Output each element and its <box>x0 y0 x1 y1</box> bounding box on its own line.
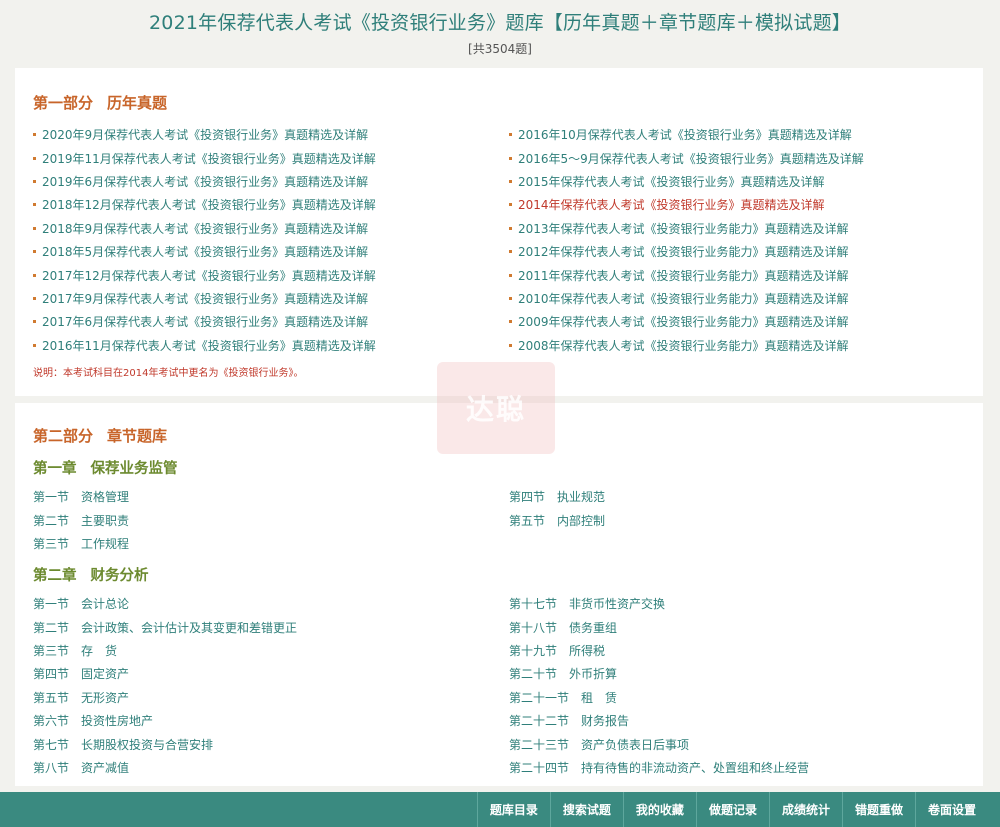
bullet-icon <box>33 179 36 183</box>
exam-link[interactable]: 2016年5～9月保荐代表人考试《投资银行业务》真题精选及详解 <box>509 146 864 169</box>
part2-name: 章节题库 <box>107 427 168 445</box>
question-index-button[interactable]: 题库目录 <box>476 792 550 827</box>
section-link[interactable]: 第五节 无形资产 <box>33 686 297 709</box>
exam-link[interactable]: 2017年9月保荐代表人考试《投资银行业务》真题精选及详解 <box>33 287 376 310</box>
section-link[interactable]: 第六节 投资性房地产 <box>33 709 297 732</box>
exam-link[interactable]: 2017年6月保荐代表人考试《投资银行业务》真题精选及详解 <box>33 310 376 333</box>
bullet-icon <box>33 296 36 300</box>
chapter2-label: 第二章 <box>33 568 77 584</box>
exam-link[interactable]: 2010年保荐代表人考试《投资银行业务能力》真题精选及详解 <box>509 287 864 310</box>
exam-link[interactable]: 2019年6月保荐代表人考试《投资银行业务》真题精选及详解 <box>33 170 376 193</box>
exam-link[interactable]: 2012年保荐代表人考试《投资银行业务能力》真题精选及详解 <box>509 240 864 263</box>
exam-link[interactable]: 2016年10月保荐代表人考试《投资银行业务》真题精选及详解 <box>509 123 864 146</box>
section-link[interactable]: 第十七节 非货币性资产交换 <box>509 592 809 615</box>
bullet-icon <box>33 320 36 324</box>
watermark-text: 达聪 <box>465 393 526 426</box>
exam-link-hovered[interactable]: 2014年保荐代表人考试《投资银行业务》真题精选及详解 <box>509 193 864 216</box>
section-link[interactable]: 第八节 资产减值 <box>33 756 297 779</box>
chapter1-label: 第一章 <box>33 461 77 477</box>
chapter1-name: 保荐业务监管 <box>90 461 178 477</box>
section-link[interactable]: 第三节 工作规程 <box>33 532 129 555</box>
paper-settings-button[interactable]: 卷面设置 <box>914 792 988 827</box>
bullet-icon <box>509 226 512 230</box>
section-link[interactable]: 第二十节 外币折算 <box>509 662 809 685</box>
chapter1-sections-left: 第一节 资格管理 第二节 主要职责 第三节 工作规程 <box>33 485 129 555</box>
exam-link[interactable]: 2018年9月保荐代表人考试《投资银行业务》真题精选及详解 <box>33 217 376 240</box>
part1-name: 历年真题 <box>107 94 168 112</box>
redo-mistakes-button[interactable]: 错题重做 <box>841 792 915 827</box>
section-link[interactable]: 第五节 内部控制 <box>509 508 605 531</box>
bullet-icon <box>33 133 36 137</box>
bullet-icon <box>509 203 512 207</box>
chapter2-sections-right: 第十七节 非货币性资产交换 第十八节 债务重组 第十九节 所得税 第二十节 外币折算 第… <box>509 592 809 779</box>
section-link[interactable]: 第二十三节 资产负债表日后事项 <box>509 732 809 755</box>
section-link[interactable]: 第四节 执业规范 <box>509 485 605 508</box>
chapter2-title: 第二章 财务分析 <box>33 564 149 585</box>
bottom-toolbar: 题库目录 搜索试题 我的收藏 做题记录 成绩统计 错题重做 卷面设置 <box>0 792 1000 827</box>
bullet-icon <box>509 133 512 137</box>
section-link[interactable]: 第二十四节 持有待售的非流动资产、处置组和终止经营 <box>509 756 809 779</box>
past-exam-list-right: 2016年10月保荐代表人考试《投资银行业务》真题精选及详解 2016年5～9月… <box>509 123 864 357</box>
exam-link[interactable]: 2020年9月保荐代表人考试《投资银行业务》真题精选及详解 <box>33 123 376 146</box>
section-link[interactable]: 第二节 会计政策、会计估计及其变更和差错更正 <box>33 615 297 638</box>
past-exam-list-left: 2020年9月保荐代表人考试《投资银行业务》真题精选及详解 2019年11月保荐… <box>33 123 376 357</box>
bullet-icon <box>509 156 512 160</box>
part1-label: 第一部分 <box>33 94 94 112</box>
bullet-icon <box>33 343 36 347</box>
exam-link[interactable]: 2011年保荐代表人考试《投资银行业务能力》真题精选及详解 <box>509 263 864 286</box>
part2-title: 第二部分 章节题库 <box>33 425 167 446</box>
exam-link[interactable]: 2018年12月保荐代表人考试《投资银行业务》真题精选及详解 <box>33 193 376 216</box>
exam-link[interactable]: 2013年保荐代表人考试《投资银行业务能力》真题精选及详解 <box>509 217 864 240</box>
chapter2-sections-left: 第一节 会计总论 第二节 会计政策、会计估计及其变更和差错更正 第三节存 货 第四节… <box>33 592 297 779</box>
section-link[interactable]: 第二十二节 财务报告 <box>509 709 809 732</box>
section-link[interactable]: 第二十一节租 赁 <box>509 686 809 709</box>
bullet-icon <box>509 343 512 347</box>
bullet-icon <box>33 226 36 230</box>
bullet-icon <box>33 156 36 160</box>
past-exams-panel: 第一部分 历年真题 2020年9月保荐代表人考试《投资银行业务》真题精选及详解 2… <box>15 68 983 396</box>
rename-note: 说明：本考试科目在2014年考试中更名为《投资银行业务》。 <box>33 368 304 379</box>
bottom-nav: 题库目录 搜索试题 我的收藏 做题记录 成绩统计 错题重做 卷面设置 <box>476 792 988 827</box>
section-link[interactable]: 第一节 资格管理 <box>33 485 129 508</box>
section-link[interactable]: 第一节 会计总论 <box>33 592 297 615</box>
bullet-icon <box>33 273 36 277</box>
exam-link[interactable]: 2019年11月保荐代表人考试《投资银行业务》真题精选及详解 <box>33 146 376 169</box>
bullet-icon <box>33 203 36 207</box>
bullet-icon <box>509 296 512 300</box>
bullet-icon <box>33 250 36 254</box>
section-link[interactable]: 第七节 长期股权投资与合营安排 <box>33 732 297 755</box>
part1-title: 第一部分 历年真题 <box>33 92 167 113</box>
section-link[interactable]: 第二节 主要职责 <box>33 508 129 531</box>
chapter2-name: 财务分析 <box>90 568 149 584</box>
bullet-icon <box>509 273 512 277</box>
chapter1-sections-right: 第四节 执业规范 第五节 内部控制 <box>509 485 605 532</box>
chapter-bank-panel: 第二部分 章节题库 第一章 保荐业务监管 第一节 资格管理 第二节 主要职责 第三节 工作… <box>15 403 983 786</box>
bullet-icon <box>509 250 512 254</box>
section-link[interactable]: 第十九节 所得税 <box>509 639 809 662</box>
my-favorites-button[interactable]: 我的收藏 <box>622 792 696 827</box>
bullet-icon <box>509 179 512 183</box>
exam-link[interactable]: 2016年11月保荐代表人考试《投资银行业务》真题精选及详解 <box>33 334 376 357</box>
exam-link[interactable]: 2015年保荐代表人考试《投资银行业务》真题精选及详解 <box>509 170 864 193</box>
exam-link[interactable]: 2018年5月保荐代表人考试《投资银行业务》真题精选及详解 <box>33 240 376 263</box>
section-link[interactable]: 第十八节 债务重组 <box>509 615 809 638</box>
section-link[interactable]: 第四节 固定资产 <box>33 662 297 685</box>
chapter1-title: 第一章 保荐业务监管 <box>33 457 178 478</box>
page-title: 2021年保荐代表人考试《投资银行业务》题库【历年真题＋章节题库＋模拟试题】 <box>149 12 851 34</box>
watermark-logo: 达聪 <box>437 362 555 454</box>
exam-link[interactable]: 2009年保荐代表人考试《投资银行业务能力》真题精选及详解 <box>509 310 864 333</box>
bullet-icon <box>509 320 512 324</box>
part2-label: 第二部分 <box>33 427 94 445</box>
question-count: [共3504题] <box>468 42 532 56</box>
section-link[interactable]: 第三节存 货 <box>33 639 297 662</box>
score-stats-button[interactable]: 成绩统计 <box>768 792 842 827</box>
practice-history-button[interactable]: 做题记录 <box>695 792 769 827</box>
search-questions-button[interactable]: 搜索试题 <box>549 792 623 827</box>
exam-link[interactable]: 2008年保荐代表人考试《投资银行业务能力》真题精选及详解 <box>509 334 864 357</box>
exam-link[interactable]: 2017年12月保荐代表人考试《投资银行业务》真题精选及详解 <box>33 263 376 286</box>
